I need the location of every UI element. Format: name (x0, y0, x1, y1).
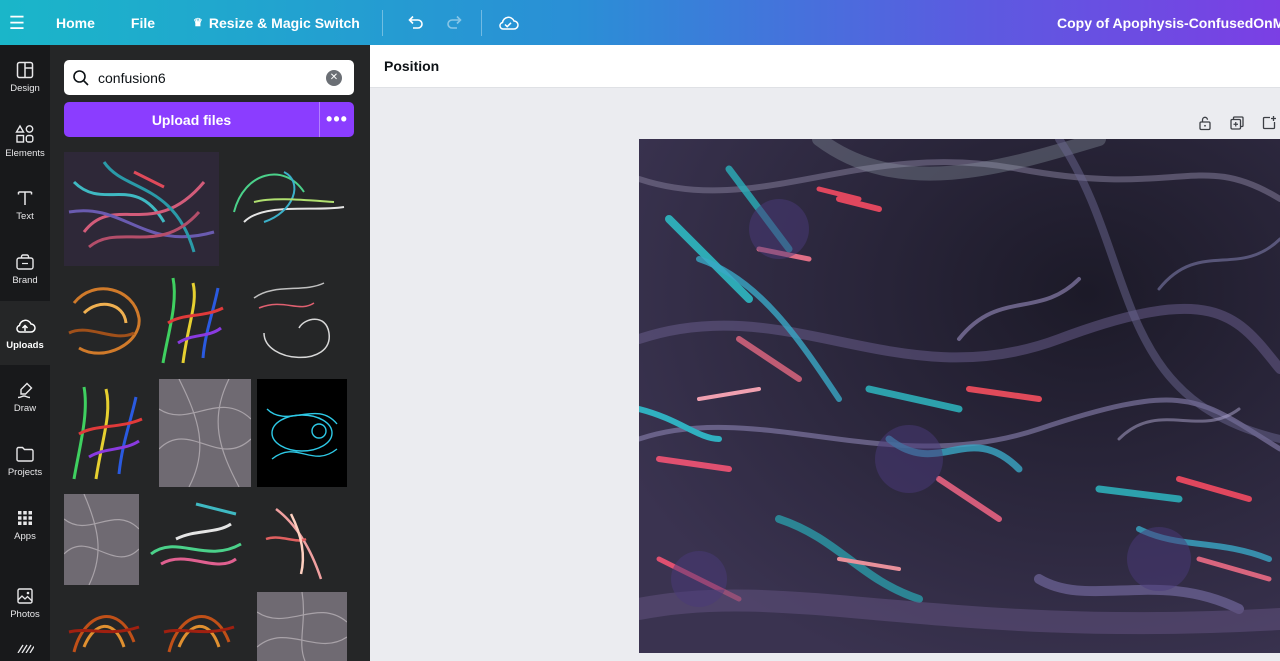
rail-item-uploads[interactable]: Uploads (0, 301, 50, 365)
upload-thumbnail[interactable] (64, 494, 139, 585)
hatch-icon (17, 644, 34, 653)
page-tools (1196, 114, 1278, 132)
folder-icon (16, 446, 34, 462)
rail-label: Brand (12, 274, 38, 286)
position-button[interactable]: Position (384, 58, 439, 74)
lock-icon (1199, 116, 1211, 131)
file-menu-button[interactable]: File (113, 15, 173, 31)
upload-thumbnail[interactable] (159, 592, 237, 661)
duplicate-page-button[interactable] (1228, 114, 1246, 132)
undo-icon (408, 15, 423, 29)
rail-item-apps[interactable]: Apps (0, 493, 50, 557)
upload-thumbnail[interactable] (64, 592, 142, 661)
rail-item-photos[interactable]: Photos (0, 571, 50, 635)
photos-icon (17, 587, 33, 604)
upload-thumbnail[interactable] (146, 494, 244, 585)
upload-thumbnail[interactable] (159, 379, 251, 487)
upload-row: Upload files ••• (64, 102, 354, 137)
cloud-check-icon (499, 16, 519, 30)
home-button[interactable]: Home (34, 15, 113, 31)
more-options-button[interactable]: ••• (319, 102, 354, 137)
fractal-artwork[interactable] (639, 139, 1280, 653)
upload-thumbnail[interactable] (64, 152, 219, 266)
upload-thumbnail[interactable] (64, 273, 146, 368)
rail-label: Elements (5, 147, 45, 159)
rail-item-projects[interactable]: Projects (0, 429, 50, 493)
rail-item-brand[interactable]: Brand (0, 237, 50, 301)
redo-button[interactable] (435, 0, 475, 45)
draw-icon (17, 382, 33, 398)
rail-label: Text (16, 210, 34, 222)
context-toolbar: Position (370, 45, 1280, 88)
upload-thumbnail[interactable] (256, 494, 334, 585)
brand-icon (16, 253, 34, 270)
rail-label: Projects (7, 466, 43, 478)
lock-page-button[interactable] (1196, 114, 1214, 132)
search-icon (64, 69, 98, 87)
clear-search-icon[interactable]: ✕ (326, 69, 342, 86)
resize-magic-switch-button[interactable]: ♛ Resize & Magic Switch (173, 15, 360, 31)
design-icon (16, 61, 34, 78)
search-input[interactable] (98, 69, 318, 86)
upload-thumbnail[interactable] (64, 379, 148, 487)
divider (381, 9, 383, 36)
rail-label: Photos (10, 608, 40, 620)
rail-item-elements[interactable]: Elements (0, 109, 50, 173)
upload-thumbnail[interactable] (244, 273, 342, 370)
duplicate-icon (1230, 116, 1244, 130)
upload-thumbnail[interactable] (153, 273, 228, 370)
add-page-button[interactable] (1260, 114, 1278, 132)
resize-label: Resize & Magic Switch (208, 14, 360, 31)
crown-icon: ♛ (193, 17, 203, 29)
apps-grid-icon (18, 510, 32, 525)
upload-cloud-icon (16, 319, 36, 333)
rail-item-draw[interactable]: Draw (0, 365, 50, 429)
uploads-panel: ✕ Upload files ••• (50, 45, 370, 661)
hamburger-icon: ☰ (8, 12, 26, 33)
add-page-icon (1262, 116, 1276, 130)
upload-thumbnail[interactable] (257, 592, 347, 661)
redo-icon (447, 15, 462, 29)
search-box: ✕ (64, 60, 354, 95)
rail-label: Apps (14, 530, 36, 542)
text-icon (17, 190, 33, 205)
cloud-save-status-button[interactable] (488, 0, 528, 45)
rail-label: Design (10, 82, 40, 94)
elements-icon (15, 124, 34, 143)
rail-item-text[interactable]: Text (0, 173, 50, 237)
divider (480, 9, 482, 36)
rail-label: Uploads (6, 339, 44, 351)
rail-item-more[interactable] (0, 643, 50, 661)
left-rail: Design Elements Text Brand Uploads Draw … (0, 45, 50, 661)
rail-label: Draw (13, 402, 37, 414)
undo-button[interactable] (395, 0, 435, 45)
top-bar: ☰ Home File ♛ Resize & Magic Switch Copy… (0, 0, 1280, 45)
rail-item-design[interactable]: Design (0, 45, 50, 109)
upload-thumbnail[interactable] (224, 152, 349, 250)
upload-files-button[interactable]: Upload files (64, 102, 319, 137)
hamburger-menu-button[interactable]: ☰ (0, 0, 34, 45)
design-page[interactable] (639, 139, 1280, 653)
document-title[interactable]: Copy of Apophysis-ConfusedOnMany (1057, 0, 1280, 45)
upload-thumbnail[interactable] (257, 379, 347, 487)
